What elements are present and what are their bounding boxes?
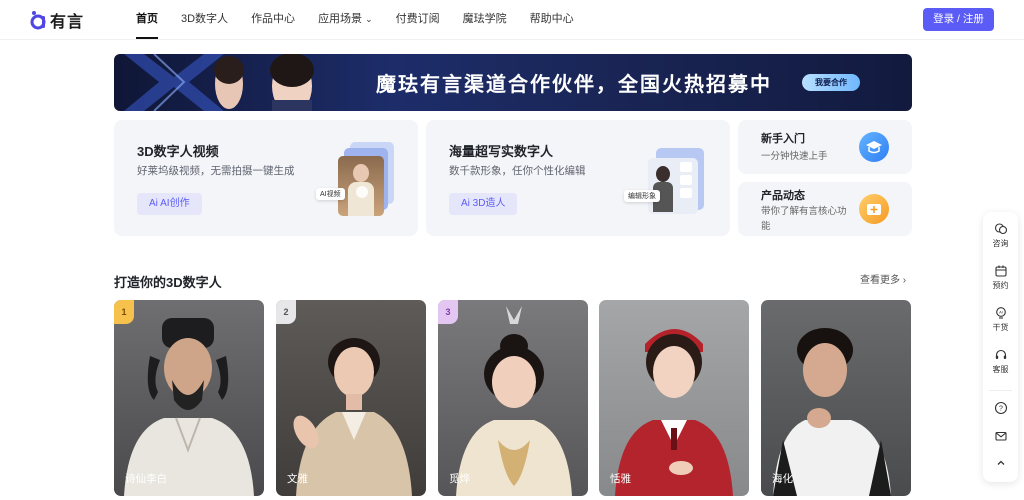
- avatar-thumbnail: [648, 148, 708, 218]
- nav-scenarios[interactable]: 应用场景 ⌄: [318, 0, 373, 40]
- card-title: 3D数字人视频: [137, 144, 219, 159]
- chevron-down-icon: ⌄: [365, 14, 373, 24]
- avatar-name: 海化: [772, 473, 793, 485]
- feature-card-video[interactable]: 3D数字人视频 好莱坞级视频，无需拍摄一键生成 Ai AI创作 AI视频: [114, 120, 418, 236]
- avatar-name: 觅烨: [449, 473, 470, 485]
- avatar-name: 诗仙李白: [125, 473, 167, 485]
- svg-text:AI: AI: [999, 310, 1003, 315]
- rail-help[interactable]: ?: [983, 401, 1018, 415]
- rank-badge: 1: [114, 300, 134, 324]
- partner-button[interactable]: 我要合作: [802, 74, 860, 91]
- rail-label: 干货: [992, 323, 1009, 332]
- avatar-image: [773, 328, 891, 496]
- nav-scenarios-label: 应用场景: [318, 13, 363, 25]
- section-title: 打造你的3D数字人: [114, 275, 222, 290]
- bulb-icon: AI: [995, 307, 1006, 319]
- svg-text:?: ?: [999, 406, 1003, 413]
- avatar-card-wenya[interactable]: 2 文雅: [276, 300, 426, 496]
- avatar-card-miye[interactable]: 3 觅烨: [438, 300, 588, 496]
- rail-label: 客服: [992, 365, 1009, 374]
- video-thumbnail: [336, 142, 396, 218]
- avatar-image: [456, 306, 572, 496]
- rail-tips[interactable]: AI 干货: [983, 306, 1018, 333]
- graduation-cap-icon: [859, 132, 889, 162]
- banner-x-graphic: [124, 54, 314, 111]
- help-icon: ?: [994, 401, 1007, 415]
- nav-3d-avatar[interactable]: 3D数字人: [181, 0, 228, 40]
- logo[interactable]: 有言: [30, 8, 84, 32]
- feature-card-avatar[interactable]: 海量超写实数字人 数千款形象，任你个性化编辑 Ai 3D造人 编辑形象: [426, 120, 730, 236]
- main-nav: 首页 3D数字人 作品中心 应用场景 ⌄ 付费订阅 魔珐学院 帮助中心: [136, 0, 597, 40]
- nav-home[interactable]: 首页: [136, 0, 158, 40]
- card-subtitle: 一分钟快速上手: [761, 151, 828, 162]
- avatar-name: 文雅: [287, 473, 308, 485]
- promo-banner[interactable]: 魔珐有言渠道合作伙伴，全国火热招募中 我要合作: [114, 54, 912, 111]
- card-product-news[interactable]: 产品动态 带你了解有言核心功能: [738, 182, 912, 236]
- card-subtitle: 数千款形象，任你个性化编辑: [449, 165, 586, 177]
- rail-back-to-top[interactable]: [983, 456, 1018, 470]
- floating-toolbar: 咨询 预约 AI 干货 客服 ?: [983, 212, 1018, 482]
- nav-academy[interactable]: 魔珐学院: [463, 0, 507, 40]
- rail-mail[interactable]: [983, 429, 1018, 443]
- rank-badge: 3: [438, 300, 458, 324]
- avatar-card-haihua[interactable]: 海化: [761, 300, 911, 496]
- calendar-icon: [994, 265, 1007, 277]
- create-3d-avatar-button[interactable]: Ai 3D造人: [449, 193, 518, 215]
- mail-icon: [994, 431, 1007, 441]
- see-more-link[interactable]: 查看更多 ›: [860, 271, 906, 286]
- back-to-top-icon: [997, 460, 1004, 465]
- card-title: 新手入门: [761, 133, 805, 145]
- avatar-card-tianya[interactable]: 恬雅: [599, 300, 749, 496]
- nav-subscription[interactable]: 付费订阅: [396, 0, 440, 40]
- chat-icon: [994, 223, 1007, 235]
- avatar-image: [615, 329, 733, 496]
- nav-help[interactable]: 帮助中心: [530, 0, 574, 40]
- card-subtitle: 好莱坞级视频，无需拍摄一键生成: [137, 165, 295, 177]
- chevron-right-icon: ›: [902, 275, 907, 286]
- logo-icon: [30, 11, 46, 30]
- card-subtitle: 带你了解有言核心功能: [761, 206, 847, 232]
- rail-support[interactable]: 客服: [983, 348, 1018, 375]
- avatar-image: [293, 338, 412, 496]
- card-title: 产品动态: [761, 190, 805, 202]
- logo-text: 有言: [50, 14, 85, 31]
- rail-booking[interactable]: 预约: [983, 264, 1018, 291]
- avatar-image: [124, 318, 254, 496]
- ai-video-tag: AI视频: [316, 188, 345, 200]
- top-header: 有言 首页 3D数字人 作品中心 应用场景 ⌄ 付费订阅 魔珐学院 帮助中心 登录…: [0, 0, 1024, 40]
- card-title: 海量超写实数字人: [449, 144, 554, 159]
- rail-label: 咨询: [992, 239, 1009, 248]
- rail-divider: [989, 390, 1012, 391]
- card-beginner[interactable]: 新手入门 一分钟快速上手: [738, 120, 912, 174]
- rail-consult[interactable]: 咨询: [983, 222, 1018, 249]
- login-register-button[interactable]: 登录 / 注册: [923, 8, 994, 31]
- avatar-name: 恬雅: [610, 473, 631, 485]
- ai-create-button[interactable]: Ai AI创作: [137, 193, 202, 215]
- nav-works[interactable]: 作品中心: [251, 0, 295, 40]
- see-more-label: 查看更多: [860, 275, 900, 286]
- headset-icon: [995, 349, 1006, 359]
- news-icon: [859, 194, 889, 224]
- banner-title: 魔珐有言渠道合作伙伴，全国火热招募中: [376, 74, 772, 96]
- rail-label: 预约: [992, 281, 1009, 290]
- rank-badge: 2: [276, 300, 296, 324]
- edit-avatar-tag: 编辑形象: [624, 190, 660, 202]
- avatar-card-libai[interactable]: 1 诗仙李白: [114, 300, 264, 496]
